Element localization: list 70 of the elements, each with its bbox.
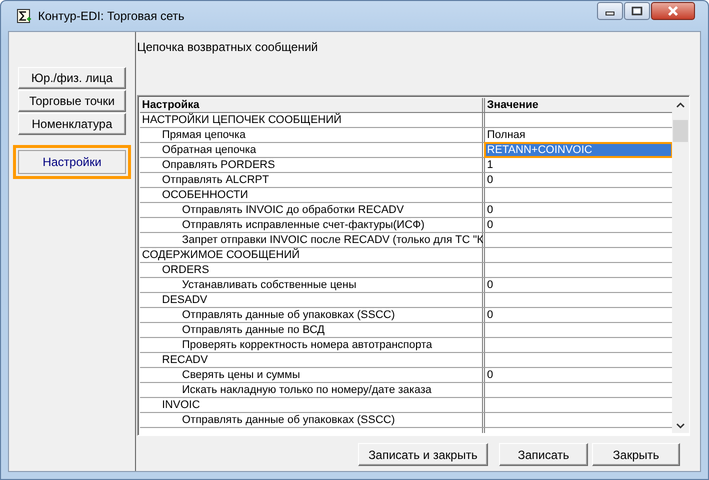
value-cell[interactable]: 0 [485, 278, 672, 292]
table-row[interactable]: Оправлять PORDERS 1 [140, 158, 672, 173]
app-icon [16, 8, 32, 24]
scroll-down-icon[interactable] [676, 423, 685, 429]
table-row[interactable]: INVOIC [140, 398, 672, 413]
section-caption: Цепочка возвратных сообщений [137, 40, 319, 54]
setting-name: ОСОБЕННОСТИ [162, 189, 248, 201]
setting-name: DESADV [162, 294, 208, 306]
value-cell[interactable]: 1 [485, 158, 672, 172]
setting-name: RECADV [162, 354, 208, 366]
setting-name: НАСТРОЙКИ ЦЕПОЧЕК СООБЩЕНИЙ [142, 114, 342, 126]
scroll-thumb[interactable] [673, 120, 688, 142]
setting-name: Искать накладную только по номеру/дате заказа [182, 384, 432, 396]
setting-name: Отправлять данные об упаковках (SSCC) [182, 309, 395, 321]
scroll-up-icon[interactable] [676, 102, 685, 108]
value-cell[interactable]: 0 [485, 203, 672, 217]
close-icon [667, 6, 679, 16]
action-button[interactable]: Записать и закрыть [358, 443, 488, 466]
table-row[interactable]: DESADV [140, 293, 672, 308]
table-row[interactable]: ОСОБЕННОСТИ [140, 188, 672, 203]
table-row[interactable]: НАСТРОЙКИ ЦЕПОЧЕК СООБЩЕНИЙ [140, 113, 672, 128]
setting-name: Обратная цепочка [162, 144, 256, 156]
value-cell[interactable]: 0 [485, 368, 672, 382]
action-button[interactable]: Записать [499, 443, 588, 466]
setting-name: Сверять цены и суммы [182, 369, 300, 381]
table-row[interactable]: Обратная цепочка RETANN+COINVOIC [140, 143, 672, 158]
setting-name: Отправлять данные по ВСД [182, 324, 325, 336]
value-cell[interactable]: RETANN+COINVOIC [485, 143, 672, 157]
scrollbar[interactable] [672, 98, 689, 433]
setting-name: Отправлять INVOIC до обработки RECADV [182, 204, 404, 216]
table-row[interactable]: Искать накладную только по номеру/дате заказа [140, 383, 672, 398]
table-row[interactable]: Отправлять данные об упаковках (SSCC) [140, 413, 672, 428]
table-row[interactable]: RECADV [140, 353, 672, 368]
setting-name: Отправлять ALCRPT [162, 174, 269, 186]
minimize-button[interactable] [597, 2, 623, 20]
table-row[interactable]: Отправлять исправленные счет-фактуры(ИСФ) 0 [140, 218, 672, 233]
table-row[interactable]: Сверять цены и суммы 0 [140, 368, 672, 383]
table-row[interactable]: Отправлять данные по ВСД [140, 323, 672, 338]
table-row[interactable]: Отправлять ALCRPT 0 [140, 173, 672, 188]
column-header[interactable]: Настройка [140, 98, 485, 112]
setting-name: Оправлять PORDERS [162, 159, 275, 171]
value-cell[interactable]: 0 [485, 308, 672, 322]
action-button[interactable]: Закрыть [592, 443, 680, 466]
nav-button[interactable]: Номенклатура [18, 113, 126, 135]
value-cell[interactable]: Полная [485, 128, 672, 142]
setting-name: Отправлять данные об упаковках (SSCC) [182, 414, 395, 426]
table-row[interactable]: ORDERS [140, 263, 672, 278]
value-cell[interactable]: 0 [485, 173, 672, 187]
setting-name: ORDERS [162, 264, 210, 276]
close-button[interactable] [651, 2, 695, 20]
setting-name: Прямая цепочка [162, 129, 246, 141]
setting-name: СОДЕРЖИМОЕ СООБЩЕНИЙ [142, 249, 300, 261]
window-title: Контур-EDI: Торговая сеть [38, 9, 186, 23]
column-header[interactable]: Значение [485, 98, 672, 112]
table-row[interactable]: СОДЕРЖИМОЕ СООБЩЕНИЙ [140, 248, 672, 263]
nav-button[interactable]: Торговые точки [18, 90, 126, 112]
setting-name: INVOIC [162, 399, 200, 411]
table-row[interactable]: Устанавливать собственные цены 0 [140, 278, 672, 293]
setting-name: Запрет отправки INVOIC после RECADV (только для ТС "К [182, 234, 484, 246]
value-cell[interactable]: 0 [485, 218, 672, 232]
maximize-button[interactable] [624, 2, 650, 20]
maximize-icon [631, 6, 643, 16]
nav-button[interactable]: Юр./физ. лица [18, 67, 126, 89]
setting-name: Проверять корректность номера автотранспорта [182, 339, 432, 351]
setting-name: Устанавливать собственные цены [182, 279, 356, 291]
table-row[interactable]: Отправлять данные об упаковках (SSCC) 0 [140, 308, 672, 323]
table-row[interactable]: Запрет отправки INVOIC после RECADV (только для ТС "К [140, 233, 672, 248]
setting-name: Отправлять исправленные счет-фактуры(ИСФ) [182, 219, 425, 231]
table-row[interactable]: Проверять корректность номера автотранспорта [140, 338, 672, 353]
table-row[interactable]: Отправлять INVOIC до обработки RECADV 0 [140, 203, 672, 218]
